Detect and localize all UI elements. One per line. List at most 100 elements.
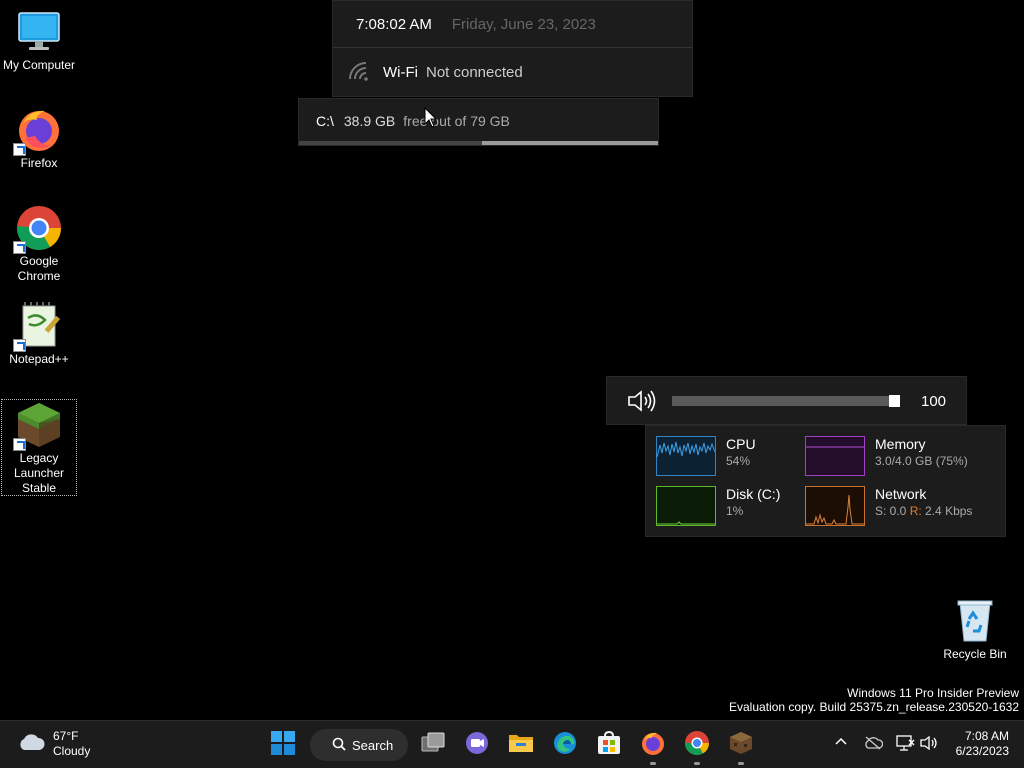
- network-value: S: 0.0 R: 2.4 Kbps: [875, 503, 972, 520]
- disk-space-widget: C:\ 38.9 GB free out of 79 GB: [298, 98, 659, 146]
- network-recv: 2.4 Kbps: [925, 504, 973, 518]
- monitor-icon: [15, 8, 63, 56]
- start-icon: [271, 730, 295, 760]
- chrome-taskbar-button[interactable]: [679, 727, 715, 765]
- desktop-icon-google-chrome[interactable]: Google Chrome: [1, 204, 77, 284]
- network-icon[interactable]: [895, 734, 915, 757]
- file-explorer-icon: [508, 732, 534, 759]
- running-indicator: [738, 762, 744, 765]
- memory-label: Memory: [875, 436, 926, 452]
- chrome-icon: [13, 204, 63, 254]
- perf-memory[interactable]: Memory 3.0/4.0 GB (75%): [805, 436, 968, 476]
- perf-disk[interactable]: Disk (C:) 1%: [656, 486, 780, 526]
- store-icon: [597, 730, 621, 760]
- taskbar: 67°F Cloudy Search 7:08 AM 6/23/2023: [0, 720, 1024, 768]
- desktop-icon-label: Recycle Bin: [943, 647, 1007, 661]
- disk-total-text: free out of 79 GB: [403, 113, 510, 129]
- desktop-icon-label: Google Chrome: [17, 254, 61, 283]
- widget-clock-time: 7:08:02 AM: [356, 15, 432, 33]
- shortcut-arrow-icon: [13, 143, 26, 156]
- speaker-icon[interactable]: [627, 389, 657, 418]
- cpu-label: CPU: [726, 436, 756, 452]
- evaluation-watermark: Windows 11 Pro Insider Preview Evaluatio…: [729, 686, 1019, 714]
- desktop-icon-recycle-bin[interactable]: Recycle Bin: [937, 597, 1013, 662]
- desktop-icon-legacy-launcher[interactable]: Legacy Launcher Stable: [1, 399, 77, 496]
- system-clock[interactable]: 7:08 AM 6/23/2023: [956, 729, 1009, 759]
- network-recv-label: R:: [909, 504, 922, 518]
- mouse-cursor-icon: [424, 106, 438, 134]
- memory-graph: [805, 436, 865, 476]
- volume-value: 100: [921, 393, 947, 410]
- disk-label: Disk (C:): [726, 486, 781, 502]
- cpu-graph: [656, 436, 716, 476]
- disk-value: 1%: [726, 504, 744, 518]
- recycle-bin-icon: [951, 597, 999, 645]
- desktop-icon-my-computer[interactable]: My Computer: [1, 8, 77, 73]
- taskbar-search[interactable]: Search: [310, 729, 408, 761]
- performance-widget: CPU 54% Memory 3.0/4.0 GB (75%) Disk (C:…: [645, 425, 1006, 537]
- firefox-icon: [640, 730, 666, 761]
- wifi-label: Wi-Fi: [383, 64, 418, 81]
- widget-clock-date: Friday, June 23, 2023: [451, 15, 596, 33]
- start-button[interactable]: [265, 727, 301, 763]
- search-icon: [332, 737, 346, 754]
- edge-button[interactable]: [547, 727, 583, 763]
- shortcut-arrow-icon: [13, 339, 26, 352]
- perf-cpu[interactable]: CPU 54%: [656, 436, 756, 476]
- weather-temp: 67°F: [53, 729, 79, 743]
- running-indicator: [694, 762, 700, 765]
- firefox-icon: [13, 106, 63, 156]
- memory-value: 3.0/4.0 GB (75%): [875, 454, 968, 468]
- wifi-icon: [347, 59, 373, 86]
- volume-icon[interactable]: [920, 735, 940, 756]
- chat-button[interactable]: [459, 727, 495, 763]
- volume-slider-fill: [672, 396, 900, 406]
- weather-condition: Cloudy: [53, 744, 91, 758]
- chevron-up-icon[interactable]: [834, 735, 848, 754]
- wifi-status: Not connected: [425, 64, 523, 81]
- minecraft-launcher-taskbar-button[interactable]: [723, 727, 759, 765]
- desktop-icon-label: Legacy Launcher Stable: [13, 451, 65, 495]
- disk-usage-bar: [299, 141, 658, 145]
- network-sent: S: 0.0: [875, 504, 907, 518]
- desktop-icon-label: Firefox: [20, 156, 58, 170]
- system-date: 6/23/2023: [955, 744, 1009, 758]
- disk-usage-fill: [299, 141, 658, 145]
- firefox-taskbar-button[interactable]: [635, 727, 671, 765]
- weather-widget[interactable]: 67°F Cloudy: [17, 729, 90, 759]
- running-indicator: [650, 762, 656, 765]
- chat-icon: [465, 731, 489, 760]
- desktop-icon-label: Notepad++: [9, 352, 69, 366]
- perf-network[interactable]: Network S: 0.0 R: 2.4 Kbps: [805, 486, 972, 526]
- cloud-icon: [17, 732, 45, 757]
- shortcut-arrow-icon: [13, 241, 26, 254]
- store-button[interactable]: [591, 727, 627, 763]
- desktop-icon-notepad-plus-plus[interactable]: Notepad++: [1, 302, 77, 367]
- system-time: 7:08 AM: [964, 729, 1009, 743]
- minecraft-launcher-icon: [729, 731, 753, 760]
- file-explorer-button[interactable]: [503, 727, 539, 763]
- task-view-icon: [421, 732, 445, 759]
- network-graph: [805, 486, 865, 526]
- minecraft-launcher-icon: [13, 401, 63, 451]
- shortcut-arrow-icon: [13, 438, 26, 451]
- clock-widget: 7:08:02 AM Friday, June 23, 2023 Wi-Fi N…: [332, 0, 693, 97]
- chrome-icon: [684, 730, 710, 761]
- edge-icon: [553, 731, 577, 760]
- disk-graph: [656, 486, 716, 526]
- desktop-icon-label: My Computer: [2, 58, 76, 72]
- watermark-line-1: Windows 11 Pro Insider Preview: [847, 686, 1019, 700]
- cpu-value: 54%: [726, 454, 751, 468]
- wifi-row[interactable]: Wi-Fi Not connected: [333, 48, 692, 97]
- volume-widget: 100: [606, 376, 967, 425]
- volume-slider-track[interactable]: [672, 396, 900, 406]
- notepad-plus-plus-icon: [13, 302, 63, 352]
- disk-free-value: 38.9 GB: [343, 113, 396, 129]
- network-label: Network: [875, 486, 927, 502]
- onedrive-off-icon[interactable]: [863, 736, 884, 755]
- disk-drive-label: C:\: [316, 113, 334, 129]
- desktop-icon-firefox[interactable]: Firefox: [1, 106, 77, 171]
- volume-slider-thumb[interactable]: [889, 395, 900, 407]
- search-label: Search: [352, 737, 394, 753]
- task-view-button[interactable]: [415, 727, 451, 763]
